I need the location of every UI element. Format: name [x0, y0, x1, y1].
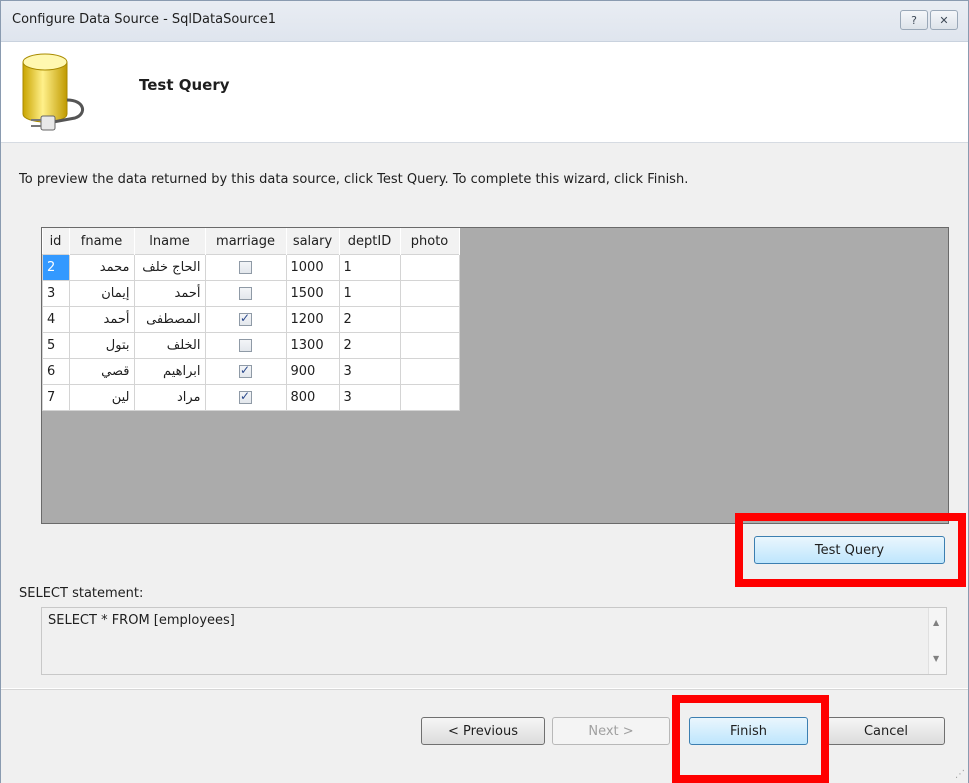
cell-id[interactable]: 7 — [42, 384, 70, 411]
resize-grip-icon[interactable]: ⋰ — [955, 769, 965, 780]
cell-photo[interactable] — [399, 332, 460, 359]
cell-salary[interactable]: 1300 — [285, 332, 340, 359]
column-header-id[interactable]: id — [42, 228, 70, 255]
table-row[interactable]: 5 بتول الخلف 1300 2 — [42, 332, 460, 359]
database-plug-icon — [22, 53, 84, 131]
results-grid-panel[interactable]: id fname lname marriage salary deptID ph… — [41, 227, 949, 524]
cell-lname[interactable]: الحاج خلف — [133, 254, 206, 281]
cell-photo[interactable] — [399, 358, 460, 385]
column-header-lname[interactable]: lname — [134, 228, 206, 255]
cell-lname[interactable]: الخلف — [133, 332, 206, 359]
table-row[interactable]: 7 لين مراد 800 3 — [42, 384, 460, 411]
cell-lname[interactable]: مراد — [133, 384, 206, 411]
test-query-highlight — [735, 513, 966, 587]
marriage-checkbox[interactable] — [239, 287, 252, 300]
cell-salary[interactable]: 1500 — [285, 280, 340, 307]
cell-deptid[interactable]: 2 — [338, 332, 401, 359]
marriage-checkbox[interactable] — [239, 261, 252, 274]
help-button[interactable]: ? — [900, 10, 928, 30]
cell-deptid[interactable]: 1 — [338, 254, 401, 281]
cell-marriage[interactable] — [204, 358, 287, 385]
help-icon: ? — [911, 14, 917, 27]
cell-lname[interactable]: أحمد — [133, 280, 206, 307]
select-statement-label: SELECT statement: — [19, 586, 144, 601]
instructions-text: To preview the data returned by this dat… — [19, 172, 689, 187]
grid-header-row: id fname lname marriage salary deptID ph… — [42, 228, 460, 255]
select-statement-scrollbar[interactable]: ▲ ▼ — [928, 608, 946, 674]
cell-marriage[interactable] — [204, 384, 287, 411]
column-header-deptid[interactable]: deptID — [339, 228, 401, 255]
cell-lname[interactable]: ابراهيم — [133, 358, 206, 385]
scroll-up-icon[interactable]: ▲ — [933, 618, 939, 627]
window-title: Configure Data Source - SqlDataSource1 — [12, 12, 276, 27]
close-icon: ✕ — [939, 14, 949, 27]
cell-id[interactable]: 6 — [42, 358, 70, 385]
column-header-photo[interactable]: photo — [400, 228, 460, 255]
cell-fname[interactable]: أحمد — [68, 306, 135, 333]
cell-deptid[interactable]: 1 — [338, 280, 401, 307]
results-grid[interactable]: id fname lname marriage salary deptID ph… — [42, 228, 460, 411]
cell-deptid[interactable]: 3 — [338, 384, 401, 411]
cell-marriage[interactable] — [204, 280, 287, 307]
cell-photo[interactable] — [399, 384, 460, 411]
column-header-fname[interactable]: fname — [69, 228, 135, 255]
marriage-checkbox[interactable] — [239, 389, 252, 404]
cell-fname[interactable]: إيمان — [68, 280, 135, 307]
cell-id[interactable]: 4 — [42, 306, 70, 333]
table-row[interactable]: 3 إيمان أحمد 1500 1 — [42, 280, 460, 307]
cell-salary[interactable]: 800 — [285, 384, 340, 411]
cell-deptid[interactable]: 3 — [338, 358, 401, 385]
cell-deptid[interactable]: 2 — [338, 306, 401, 333]
cell-fname[interactable]: بتول — [68, 332, 135, 359]
previous-button[interactable]: < Previous — [421, 717, 545, 745]
cell-photo[interactable] — [399, 280, 460, 307]
cell-salary[interactable]: 1200 — [285, 306, 340, 333]
cell-lname[interactable]: المصطفى — [133, 306, 206, 333]
wizard-footer: < Previous Next > Finish Cancel ⋰ — [1, 689, 968, 783]
cell-fname[interactable]: لين — [68, 384, 135, 411]
select-statement-field[interactable]: SELECT * FROM [employees] ▲ ▼ — [41, 607, 947, 675]
column-header-marriage[interactable]: marriage — [205, 228, 287, 255]
marriage-checkbox[interactable] — [239, 339, 252, 352]
dialog-window: Configure Data Source - SqlDataSource1 ?… — [0, 0, 969, 783]
select-statement-text: SELECT * FROM [employees] — [48, 613, 235, 628]
close-button[interactable]: ✕ — [930, 10, 958, 30]
cell-fname[interactable]: محمد — [68, 254, 135, 281]
cell-id[interactable]: 5 — [42, 332, 70, 359]
cell-marriage[interactable] — [204, 332, 287, 359]
wizard-body: To preview the data returned by this dat… — [1, 143, 968, 688]
finish-highlight — [672, 695, 829, 783]
cell-marriage[interactable] — [204, 306, 287, 333]
title-bar: Configure Data Source - SqlDataSource1 ?… — [1, 1, 968, 42]
cell-photo[interactable] — [399, 254, 460, 281]
cell-salary[interactable]: 1000 — [285, 254, 340, 281]
cell-id[interactable]: 2 — [42, 254, 70, 281]
next-button[interactable]: Next > — [552, 717, 670, 745]
page-title: Test Query — [139, 76, 230, 94]
cell-salary[interactable]: 900 — [285, 358, 340, 385]
marriage-checkbox[interactable] — [239, 311, 252, 326]
cell-marriage[interactable] — [204, 254, 287, 281]
marriage-checkbox[interactable] — [239, 363, 252, 378]
table-row[interactable]: 4 أحمد المصطفى 1200 2 — [42, 306, 460, 333]
table-row[interactable]: 2 محمد الحاج خلف 1000 1 — [42, 254, 460, 281]
scroll-down-icon[interactable]: ▼ — [933, 654, 939, 663]
table-row[interactable]: 6 قصي ابراهيم 900 3 — [42, 358, 460, 385]
wizard-header: Test Query — [1, 42, 968, 143]
cancel-button[interactable]: Cancel — [827, 717, 945, 745]
cell-photo[interactable] — [399, 306, 460, 333]
cell-id[interactable]: 3 — [42, 280, 70, 307]
column-header-salary[interactable]: salary — [286, 228, 340, 255]
cell-fname[interactable]: قصي — [68, 358, 135, 385]
